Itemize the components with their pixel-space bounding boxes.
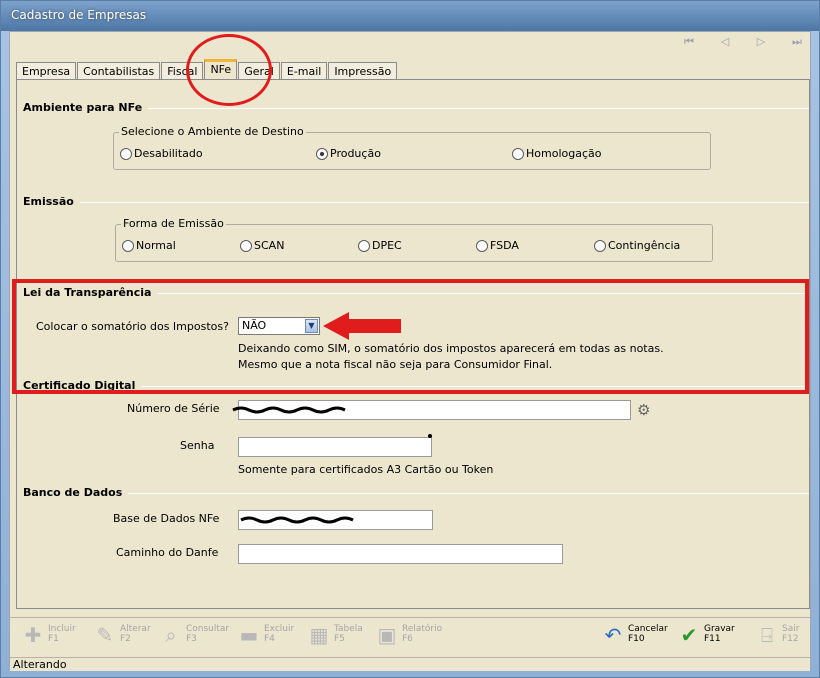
password-input[interactable]	[238, 437, 432, 457]
radio-homologacao[interactable]: Homologação	[512, 147, 601, 160]
banco-section-title: Banco de Dados	[23, 486, 129, 499]
relatorio-button[interactable]: ▣ Relatório F6	[376, 623, 443, 656]
radio-circle	[120, 147, 132, 160]
radio-scan[interactable]: SCAN	[240, 239, 284, 252]
pencil-icon: ✎	[96, 623, 114, 647]
highlight-rectangle-annotation	[12, 279, 809, 394]
danfe-path-input[interactable]	[238, 544, 563, 564]
clipboard-icon: ▣	[377, 623, 397, 647]
ambiente-groupbox: Selecione o Ambiente de Destino Desabili…	[113, 125, 711, 170]
button-shortcut: F4	[264, 634, 275, 644]
button-label: Cancelar	[628, 624, 668, 634]
radio-circle	[240, 239, 252, 252]
radio-fsda[interactable]: FSDA	[476, 239, 519, 252]
main-window: Cadastro de Empresas ⏮ ◁ ▷ ⏭ Empresa Con…	[0, 0, 820, 678]
minus-icon: ▬	[239, 623, 259, 647]
alterar-button[interactable]: ✎ Alterar F2	[94, 623, 151, 656]
incluir-button[interactable]: ✚ Incluir F1	[22, 623, 76, 656]
button-label: Incluir	[48, 624, 76, 634]
first-record-button[interactable]: ⏮	[680, 34, 698, 50]
radio-circle	[358, 239, 370, 252]
radio-label: Produção	[330, 147, 381, 160]
danfe-path-label: Caminho do Danfe	[116, 546, 219, 559]
undo-icon: ↶	[604, 623, 622, 647]
tab-contabilistas[interactable]: Contabilistas	[77, 62, 161, 80]
magnifier-icon: ⌕	[165, 623, 177, 647]
radio-contingencia[interactable]: Contingência	[594, 239, 680, 252]
serial-label: Número de Série	[127, 402, 220, 415]
button-label: Gravar	[704, 624, 735, 634]
gravar-button[interactable]: ✔ Gravar F11	[678, 623, 735, 656]
consultar-button[interactable]: ⌕ Consultar F3	[160, 623, 230, 656]
next-record-button[interactable]: ▷	[752, 34, 770, 50]
button-shortcut: F11	[704, 634, 721, 644]
plus-icon: ✚	[24, 623, 42, 647]
checkmark-icon: ✔	[680, 623, 698, 647]
ambiente-section-title: Ambiente para NFe	[23, 101, 149, 114]
radio-label: FSDA	[490, 239, 519, 252]
radio-dpec[interactable]: DPEC	[358, 239, 402, 252]
redaction-scribble	[240, 516, 354, 524]
button-label: Tabela	[334, 624, 363, 634]
button-label: Relatório	[402, 624, 443, 634]
radio-normal[interactable]: Normal	[122, 239, 176, 252]
radio-desabilitado[interactable]: Desabilitado	[120, 147, 203, 160]
tab-empresa[interactable]: Empresa	[16, 62, 77, 80]
sair-button[interactable]: ⍈ Sair F12	[756, 623, 800, 656]
section-divider	[23, 202, 809, 203]
radio-circle-checked	[316, 147, 328, 160]
ambiente-group-label: Selecione o Ambiente de Destino	[119, 125, 306, 138]
button-shortcut: F10	[628, 634, 645, 644]
last-record-button[interactable]: ⏭	[788, 34, 806, 50]
radio-circle	[594, 239, 606, 252]
radio-producao[interactable]: Produção	[316, 147, 381, 160]
highlight-ellipse-annotation	[186, 34, 272, 106]
button-shortcut: F5	[334, 634, 345, 644]
excluir-button[interactable]: ▬ Excluir F4	[238, 623, 295, 656]
button-shortcut: F3	[186, 634, 197, 644]
radio-label: DPEC	[372, 239, 402, 252]
tab-impressao[interactable]: Impressão	[328, 62, 398, 80]
radio-circle	[512, 147, 524, 160]
button-label: Consultar	[186, 624, 230, 634]
tabela-button[interactable]: ▦ Tabela F5	[308, 623, 363, 656]
cancelar-button[interactable]: ↶ Cancelar F10	[602, 623, 668, 656]
radio-circle	[122, 239, 134, 252]
certificate-lookup-icon[interactable]: ⚙	[637, 401, 650, 419]
certificado-note: Somente para certificados A3 Cartão ou T…	[238, 463, 494, 476]
emissao-groupbox: Forma de Emissão Normal SCAN DPEC FSDA C…	[115, 217, 713, 262]
button-shortcut: F1	[48, 634, 59, 644]
button-label: Excluir	[264, 624, 295, 634]
button-label: Sair	[782, 624, 800, 634]
button-shortcut: F6	[402, 634, 413, 644]
password-label: Senha	[180, 439, 215, 452]
radio-label: SCAN	[254, 239, 285, 252]
action-toolbar: ✚ Incluir F1 ✎ Alterar F2 ⌕ Consultar F3 ▬ …	[10, 617, 810, 657]
client-area: ⏮ ◁ ▷ ⏭ Empresa Contabilistas Fiscal NFe…	[9, 31, 811, 671]
emissao-group-label: Forma de Emissão	[121, 217, 226, 230]
section-divider	[23, 493, 809, 494]
window-title: Cadastro de Empresas	[1, 1, 819, 31]
emissao-section-title: Emissão	[23, 195, 80, 208]
record-navigator: ⏮ ◁ ▷ ⏭	[10, 32, 810, 52]
status-bar: Alterando	[10, 657, 810, 671]
button-shortcut: F2	[120, 634, 131, 644]
radio-label: Desabilitado	[134, 147, 203, 160]
button-label: Alterar	[120, 624, 151, 634]
radio-label: Contingência	[608, 239, 681, 252]
radio-label: Homologação	[526, 147, 602, 160]
cursor-dot	[428, 434, 432, 438]
table-icon: ▦	[309, 623, 329, 647]
radio-label: Normal	[136, 239, 176, 252]
tab-email[interactable]: E-mail	[280, 62, 328, 80]
prev-record-button[interactable]: ◁	[716, 34, 734, 50]
radio-circle	[476, 239, 488, 252]
button-shortcut: F12	[782, 634, 799, 644]
redaction-scribble	[232, 406, 346, 414]
exit-door-icon: ⍈	[761, 623, 773, 647]
base-dados-label: Base de Dados NFe	[113, 512, 220, 525]
